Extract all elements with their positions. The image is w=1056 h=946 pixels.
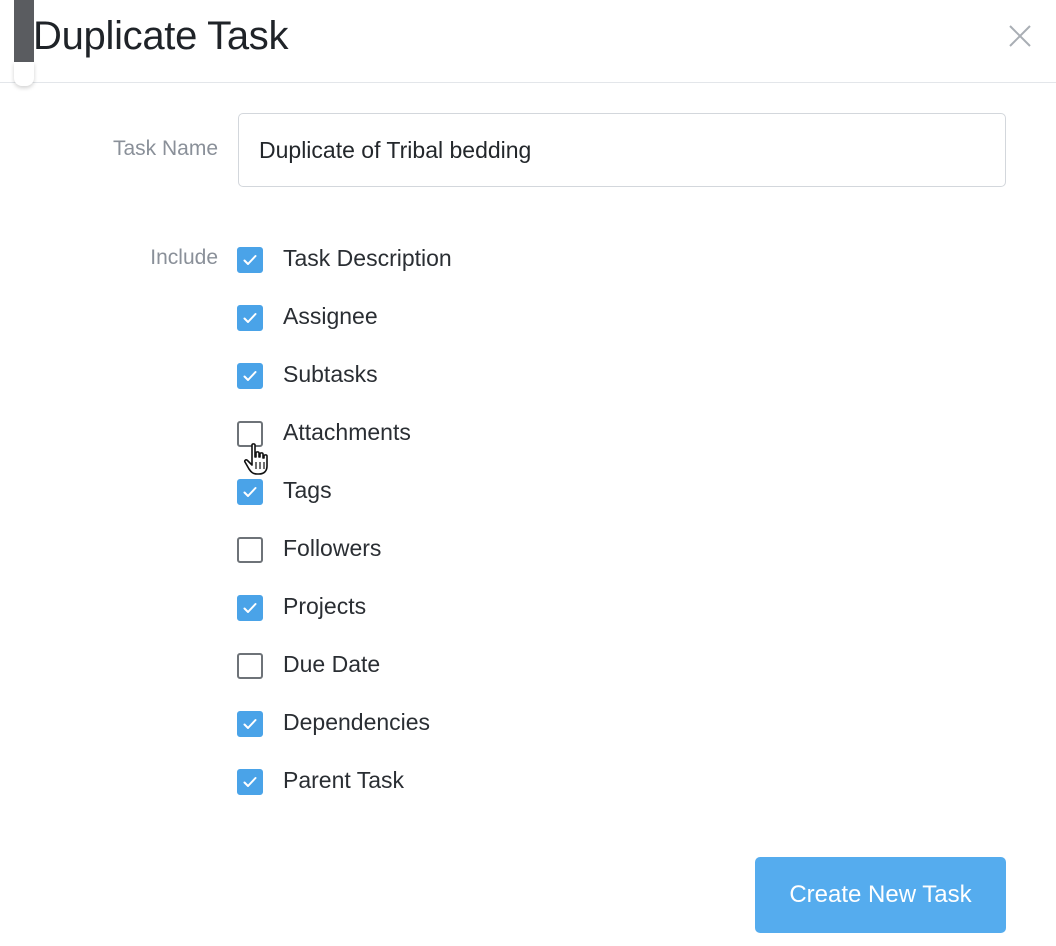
task-name-label: Task Name <box>112 137 218 160</box>
close-button[interactable] <box>1002 18 1038 54</box>
include-option-label: Followers <box>283 535 382 561</box>
checkbox-dependencies[interactable] <box>237 711 263 737</box>
dialog-header: Duplicate Task <box>0 0 1056 86</box>
checkbox-assignee[interactable] <box>237 305 263 331</box>
include-option-label: Subtasks <box>283 361 378 387</box>
include-option-label: Tags <box>283 477 332 503</box>
checkbox-tags[interactable] <box>237 479 263 505</box>
create-new-task-button[interactable]: Create New Task <box>755 857 1006 933</box>
include-label: Include <box>150 246 218 269</box>
include-option-label: Dependencies <box>283 709 431 735</box>
duplicate-task-dialog: Duplicate Task Task Name Include Task De… <box>0 0 1056 946</box>
checkbox-projects[interactable] <box>237 595 263 621</box>
checkmark-icon <box>243 719 257 729</box>
include-option-label: Parent Task <box>283 767 405 793</box>
checkmark-icon <box>243 777 257 787</box>
checkmark-icon <box>243 313 257 323</box>
checkbox-task-description[interactable] <box>237 247 263 273</box>
checkmark-icon <box>243 603 257 613</box>
include-option-label: Projects <box>283 593 367 619</box>
dialog-title: Duplicate Task <box>33 14 289 58</box>
include-option-label: Assignee <box>283 303 378 329</box>
checkbox-attachments[interactable] <box>237 421 263 447</box>
checkbox-followers[interactable] <box>237 537 263 563</box>
checkbox-subtasks[interactable] <box>237 363 263 389</box>
drag-handle-bar <box>14 0 34 66</box>
drag-handle-cap <box>14 62 34 86</box>
task-name-input[interactable] <box>238 113 1006 187</box>
include-option-label: Task Description <box>283 245 452 271</box>
checkbox-due-date[interactable] <box>237 653 263 679</box>
include-option-label: Due Date <box>283 651 381 677</box>
checkmark-icon <box>243 487 257 497</box>
checkbox-parent-task[interactable] <box>237 769 263 795</box>
hand-pointer-icon <box>243 442 277 478</box>
close-icon <box>1009 25 1031 47</box>
drag-handle[interactable] <box>14 0 34 86</box>
include-option-label: Attachments <box>283 419 411 445</box>
checkmark-icon <box>243 255 257 265</box>
checkmark-icon <box>243 371 257 381</box>
